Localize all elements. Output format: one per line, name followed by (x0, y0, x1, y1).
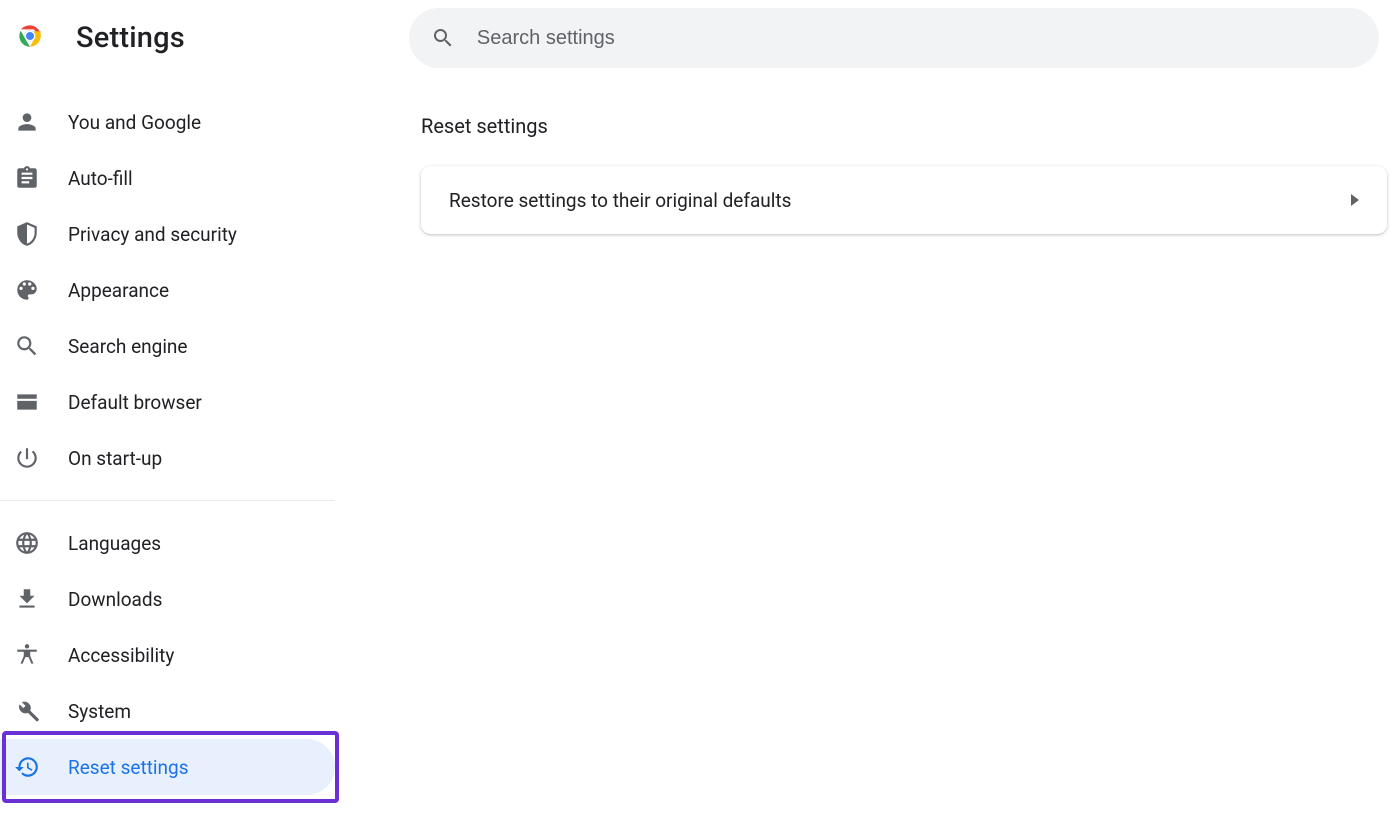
sidebar-item-label: Languages (68, 532, 161, 555)
search-icon (431, 26, 455, 50)
row-label: Restore settings to their original defau… (449, 189, 791, 212)
sidebar-item-reset-settings[interactable]: Reset settings (0, 739, 335, 795)
sidebar-item-label: Privacy and security (68, 223, 237, 246)
sidebar-item-on-start-up[interactable]: On start-up (0, 430, 335, 486)
sidebar-item-accessibility[interactable]: Accessibility (0, 627, 335, 683)
sidebar-item-label: Downloads (68, 588, 162, 611)
sidebar-item-default-browser[interactable]: Default browser (0, 374, 335, 430)
sidebar-item-system[interactable]: System (0, 683, 335, 739)
sidebar-item-label: Default browser (68, 391, 202, 414)
sidebar-item-label: On start-up (68, 447, 162, 470)
sidebar-item-label: System (68, 700, 131, 723)
wrench-icon (14, 698, 40, 724)
sidebar-item-search-engine[interactable]: Search engine (0, 318, 335, 374)
person-icon (14, 109, 40, 135)
sidebar-item-label: Search engine (68, 335, 188, 358)
main-content: Reset settings Restore settings to their… (335, 76, 1400, 795)
sidebar-item-you-and-google[interactable]: You and Google (0, 94, 335, 150)
restore-defaults-row[interactable]: Restore settings to their original defau… (421, 166, 1387, 234)
sidebar-item-label: Accessibility (68, 644, 174, 667)
restore-icon (14, 754, 40, 780)
search-icon (14, 333, 40, 359)
shield-icon (14, 221, 40, 247)
sidebar-item-appearance[interactable]: Appearance (0, 262, 335, 318)
sidebar-item-label: Reset settings (68, 756, 189, 779)
sidebar-item-privacy-and-security[interactable]: Privacy and security (0, 206, 335, 262)
arrow-right-icon (1351, 194, 1359, 206)
page-title: Settings (76, 21, 185, 55)
section-title: Reset settings (421, 114, 1400, 138)
sidebar-item-downloads[interactable]: Downloads (0, 571, 335, 627)
sidebar-item-label: You and Google (68, 111, 201, 134)
search-input[interactable] (477, 27, 1357, 50)
clipboard-icon (14, 165, 40, 191)
search-box[interactable] (409, 8, 1379, 68)
palette-icon (14, 277, 40, 303)
sidebar-divider (0, 500, 335, 501)
power-icon (14, 445, 40, 471)
search-container (409, 8, 1390, 68)
accessibility-icon (14, 642, 40, 668)
sidebar-item-auto-fill[interactable]: Auto-fill (0, 150, 335, 206)
globe-icon (14, 530, 40, 556)
sidebar-item-label: Auto-fill (68, 167, 133, 190)
header: Settings (0, 0, 1400, 76)
sidebar-item-label: Appearance (68, 279, 169, 302)
sidebar: You and Google Auto-fill Privacy and sec… (0, 76, 335, 795)
browser-icon (14, 389, 40, 415)
sidebar-item-languages[interactable]: Languages (0, 515, 335, 571)
chrome-logo-icon (14, 20, 46, 56)
settings-card: Restore settings to their original defau… (421, 166, 1387, 234)
download-icon (14, 586, 40, 612)
